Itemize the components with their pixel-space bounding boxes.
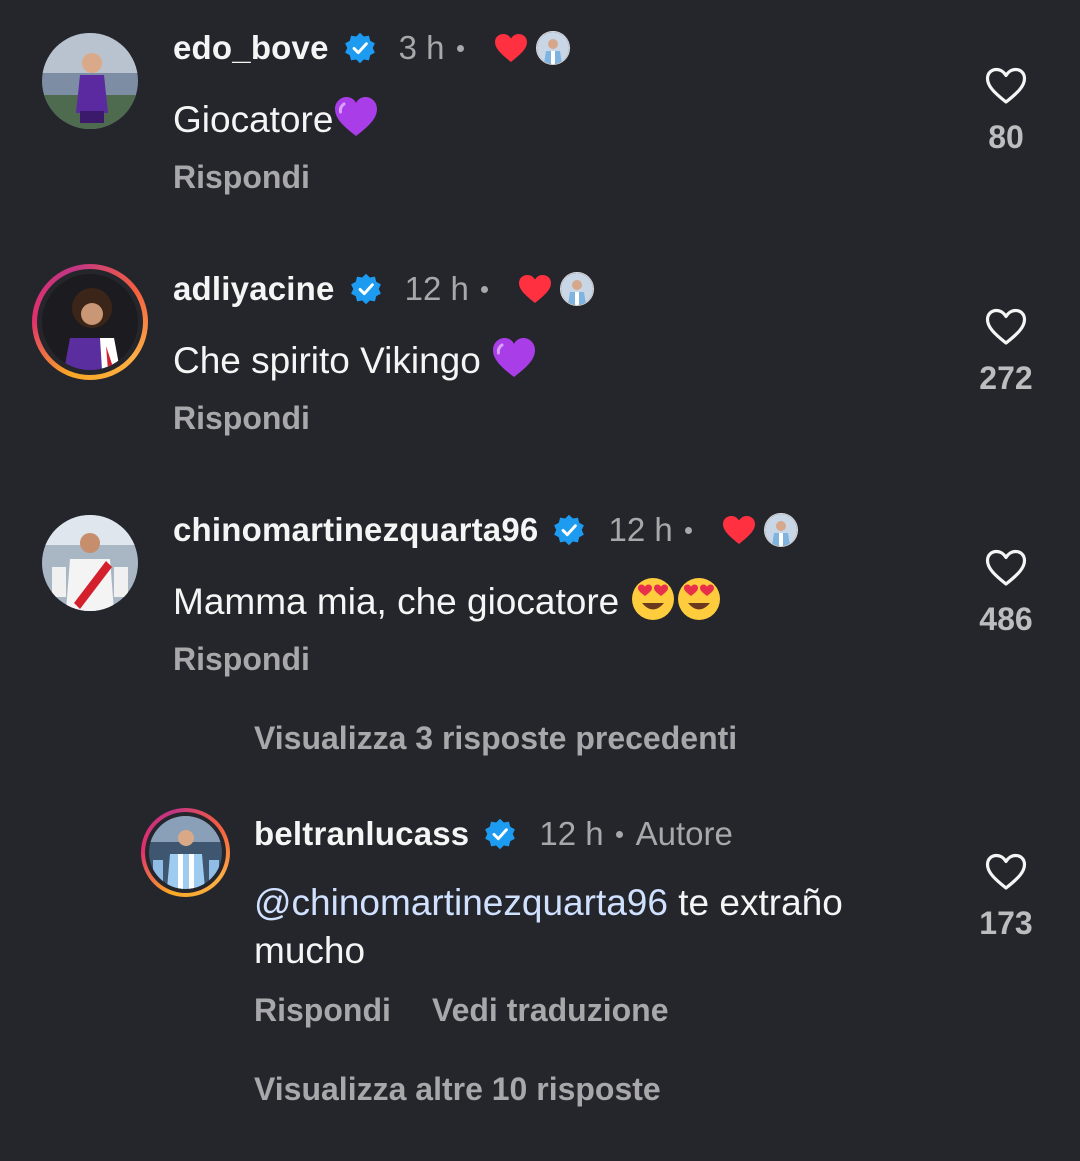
mention-link[interactable]: @chinomartinezquarta96 bbox=[254, 882, 668, 923]
separator-dot bbox=[615, 830, 623, 838]
author-tag: Autore bbox=[635, 815, 733, 852]
verified-badge-icon bbox=[350, 273, 381, 305]
like-count: 80 bbox=[988, 119, 1024, 155]
verified-badge-icon bbox=[344, 32, 375, 64]
verified-badge-icon bbox=[485, 818, 516, 850]
heart-outline-icon[interactable] bbox=[985, 853, 1027, 891]
reply-button[interactable]: Rispondi bbox=[254, 992, 391, 1029]
comments-screen: edo_bove 3 h Giocatore Rispondi 80 adliy… bbox=[0, 0, 1080, 1161]
separator-dot bbox=[480, 285, 488, 293]
username[interactable]: beltranlucass bbox=[254, 815, 469, 853]
avatar-chinomartinezquarta96[interactable] bbox=[42, 515, 138, 611]
username[interactable]: adliyacine bbox=[173, 270, 335, 308]
creator-liked-heart-icon bbox=[722, 516, 755, 544]
comment-time: 3 h bbox=[398, 29, 445, 66]
comment-text: Mamma mia, che giocatore bbox=[173, 576, 722, 626]
reply-button[interactable]: Rispondi bbox=[173, 641, 310, 678]
separator-dot bbox=[456, 44, 464, 52]
reply-text: @chinomartinezquarta96 te extraño mucho bbox=[254, 882, 843, 971]
username[interactable]: chinomartinezquarta96 bbox=[173, 511, 538, 549]
comment-time: 12 h bbox=[404, 270, 469, 307]
heart-eyes-face-icon bbox=[677, 578, 720, 620]
see-translation-button[interactable]: Vedi traduzione bbox=[432, 992, 668, 1029]
like-column: 486 bbox=[946, 549, 1066, 638]
heart-outline-icon[interactable] bbox=[985, 308, 1027, 346]
comment-text: Che spirito Vikingo bbox=[173, 335, 537, 385]
creator-avatar-mini bbox=[535, 31, 570, 65]
like-count: 272 bbox=[979, 360, 1033, 396]
username[interactable]: edo_bove bbox=[173, 29, 329, 67]
comment-header: adliyacine 12 h bbox=[173, 269, 594, 309]
comment-time: 12 h bbox=[539, 815, 604, 852]
purple-heart-icon bbox=[493, 338, 536, 377]
reply-button[interactable]: Rispondi bbox=[173, 400, 310, 437]
purple-heart-icon bbox=[335, 97, 378, 136]
heart-outline-icon[interactable] bbox=[985, 67, 1027, 105]
view-previous-replies-button[interactable]: Visualizza 3 risposte precedenti bbox=[254, 720, 737, 757]
avatar-edo-bove[interactable] bbox=[42, 33, 138, 129]
reply-header: beltranlucass 12 h Autore bbox=[254, 814, 733, 854]
creator-avatar-mini bbox=[559, 272, 594, 306]
comment-text: Giocatore bbox=[173, 94, 379, 144]
reply-button[interactable]: Rispondi bbox=[173, 159, 310, 196]
like-column: 173 bbox=[946, 853, 1066, 942]
heart-eyes-face-icon bbox=[631, 578, 674, 620]
avatar-adliyacine[interactable] bbox=[42, 274, 138, 370]
creator-liked-heart-icon bbox=[494, 34, 527, 62]
like-count: 173 bbox=[979, 905, 1033, 941]
avatar-beltranlucass[interactable] bbox=[149, 816, 222, 889]
heart-outline-icon[interactable] bbox=[985, 549, 1027, 587]
like-column: 272 bbox=[946, 308, 1066, 397]
comment-time: 12 h bbox=[608, 511, 673, 548]
comment-header: chinomartinezquarta96 12 h bbox=[173, 510, 798, 550]
verified-badge-icon bbox=[554, 514, 585, 546]
comment-header: edo_bove 3 h bbox=[173, 28, 570, 68]
creator-liked-heart-icon bbox=[518, 275, 551, 303]
creator-avatar-mini bbox=[763, 513, 798, 547]
like-column: 80 bbox=[946, 67, 1066, 156]
like-count: 486 bbox=[979, 601, 1033, 637]
view-more-replies-button[interactable]: Visualizza altre 10 risposte bbox=[254, 1071, 661, 1108]
separator-dot bbox=[684, 526, 692, 534]
